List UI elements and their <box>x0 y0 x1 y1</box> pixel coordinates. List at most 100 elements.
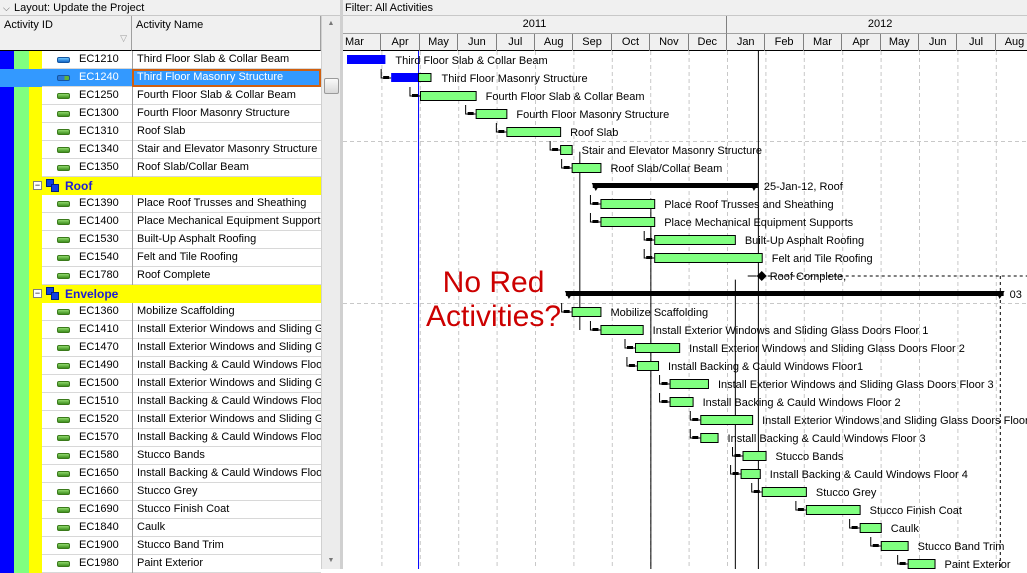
bar-label: Install Exterior Windows and Sliding Gla… <box>689 343 965 355</box>
activity-name[interactable]: Stucco Bands <box>132 447 321 465</box>
activity-name[interactable]: Third Floor Masonry Structure <box>132 69 321 87</box>
chevron-down-icon[interactable]: ⌵ <box>3 0 10 16</box>
bar-label: Install Exterior Windows and Sliding Gla… <box>653 325 929 337</box>
activity-name[interactable]: Stair and Elevator Masonry Structure <box>132 141 321 159</box>
gantt-chart[interactable]: Third Floor Slab & Collar Beam Third Floo… <box>343 51 1027 569</box>
arrow-head-icon <box>592 328 599 331</box>
activity-name[interactable]: Stucco Band Trim <box>132 537 321 555</box>
activity-row[interactable]: EC1300 Fourth Floor Masonry Structure <box>0 105 321 123</box>
activity-row[interactable]: EC1360 Mobilize Scaffolding <box>0 303 321 321</box>
activity-name[interactable]: Mobilize Scaffolding <box>132 303 321 321</box>
annotation-line2: Activities? <box>426 300 562 333</box>
remaining-bar <box>654 235 736 245</box>
activity-row[interactable]: EC1840 Caulk <box>0 519 321 537</box>
band-level-3 <box>29 465 42 483</box>
band-level-2 <box>14 303 29 321</box>
activity-row[interactable]: EC1310 Roof Slab <box>0 123 321 141</box>
remaining-bar <box>418 73 432 82</box>
activity-row[interactable]: EC1650 Install Backing & Cauld Windows Fl… <box>0 465 321 483</box>
bar-label: Install Backing & Cauld Windows Floor 3 <box>728 433 926 445</box>
activity-row[interactable]: EC1340 Stair and Elevator Masonry Structu… <box>0 141 321 159</box>
band-level-3 <box>29 231 42 249</box>
sort-icon[interactable]: ▽ <box>120 33 127 44</box>
activity-row[interactable]: EC1520 Install Exterior Windows and Slidi… <box>0 411 321 429</box>
activity-row[interactable]: EC1980 Paint Exterior <box>0 555 321 573</box>
activity-name[interactable]: Install Exterior Windows and Sliding G <box>132 339 321 357</box>
activity-name[interactable]: Roof Complete <box>132 267 321 285</box>
layout-bar[interactable]: ⌵ Layout: Update the Project <box>0 0 340 16</box>
activity-row[interactable]: EC1900 Stucco Band Trim <box>0 537 321 555</box>
activity-name[interactable]: Place Mechanical Equipment Support <box>132 213 321 231</box>
activity-name[interactable]: Stucco Grey <box>132 483 321 501</box>
scrollbar-thumb[interactable] <box>324 78 339 94</box>
column-header-activity-name[interactable]: Activity Name <box>132 16 321 51</box>
activity-row[interactable]: EC1390 Place Roof Trusses and Sheathing <box>0 195 321 213</box>
activity-row[interactable]: EC1780 Roof Complete <box>0 267 321 285</box>
collapse-icon[interactable]: − <box>33 289 42 298</box>
activity-row[interactable]: EC1410 Install Exterior Windows and Slidi… <box>0 321 321 339</box>
activity-row[interactable]: EC1660 Stucco Grey <box>0 483 321 501</box>
band-level-3 <box>29 501 42 519</box>
activity-id: EC1520 <box>79 413 119 425</box>
activity-name[interactable]: Stucco Finish Coat <box>132 501 321 519</box>
activity-row[interactable]: EC1400 Place Mechanical Equipment Support <box>0 213 321 231</box>
bar-label: Stucco Grey <box>816 487 877 499</box>
activity-name[interactable]: Paint Exterior <box>132 555 321 573</box>
activity-name[interactable]: Install Backing & Cauld Windows Floo <box>132 465 321 483</box>
band-level-2 <box>14 87 29 105</box>
activity-row[interactable]: EC1500 Install Exterior Windows and Slidi… <box>0 375 321 393</box>
scroll-down-icon[interactable]: ▼ <box>322 553 340 569</box>
remaining-bar <box>700 415 754 425</box>
activity-name[interactable]: Install Backing & Cauld Windows Floo <box>132 429 321 447</box>
column-header-activity-id[interactable]: Activity ID ▽ <box>0 16 132 51</box>
activity-row[interactable]: EC1580 Stucco Bands <box>0 447 321 465</box>
scroll-up-icon[interactable]: ▲ <box>322 16 340 32</box>
activity-name[interactable]: Install Backing & Cauld Windows Floo <box>132 357 321 375</box>
activity-row[interactable]: EC1240 Third Floor Masonry Structure <box>0 69 321 87</box>
remaining-bar <box>669 379 709 389</box>
remaining-bar <box>600 199 656 209</box>
vertical-scrollbar[interactable]: ▲ ▼ <box>321 16 340 569</box>
activity-name[interactable]: Roof Slab <box>132 123 321 141</box>
activity-row[interactable]: EC1690 Stucco Finish Coat <box>0 501 321 519</box>
activity-name[interactable]: Caulk <box>132 519 321 537</box>
activity-table-pane: ⌵ Layout: Update the Project Activity ID… <box>0 0 340 573</box>
activity-name[interactable]: Roof Slab/Collar Beam <box>132 159 321 177</box>
activity-row[interactable]: EC1540 Felt and Tile Roofing <box>0 249 321 267</box>
month-label: Nov <box>650 34 689 51</box>
activity-row[interactable]: EC1570 Install Backing & Cauld Windows Fl… <box>0 429 321 447</box>
activity-name[interactable]: Install Exterior Windows and Sliding G <box>132 375 321 393</box>
wbs-group-row[interactable]: − Roof <box>0 177 321 195</box>
activity-row[interactable]: EC1490 Install Backing & Cauld Windows Fl… <box>0 357 321 375</box>
band-level-3 <box>29 141 42 159</box>
arrow-head-icon <box>753 490 760 493</box>
activity-name[interactable]: Fourth Floor Slab & Collar Beam <box>132 87 321 105</box>
wbs-group-row[interactable]: − Envelope <box>0 285 321 303</box>
activity-not-started-icon <box>57 525 70 531</box>
arrow-head-icon <box>692 418 699 421</box>
band-level-1 <box>0 159 14 177</box>
activity-name[interactable]: Install Exterior Windows and Sliding G <box>132 411 321 429</box>
band-level-1 <box>0 51 14 69</box>
activity-name[interactable]: Fourth Floor Masonry Structure <box>132 105 321 123</box>
activity-name[interactable]: Built-Up Asphalt Roofing <box>132 231 321 249</box>
activity-row[interactable]: EC1210 Third Floor Slab & Collar Beam <box>0 51 321 69</box>
band-level-3 <box>29 429 42 447</box>
activity-in-progress-icon <box>57 57 70 63</box>
activity-row[interactable]: EC1530 Built-Up Asphalt Roofing <box>0 231 321 249</box>
activity-row[interactable]: EC1250 Fourth Floor Slab & Collar Beam <box>0 87 321 105</box>
month-label: May <box>420 34 459 51</box>
band-level-1 <box>0 501 14 519</box>
filter-bar[interactable]: Filter: All Activities <box>343 0 1027 16</box>
remaining-bar <box>669 397 694 407</box>
collapse-icon[interactable]: − <box>33 181 42 190</box>
activity-row[interactable]: EC1350 Roof Slab/Collar Beam <box>0 159 321 177</box>
activity-name[interactable]: Install Backing & Cauld Windows Floo <box>132 393 321 411</box>
activity-row[interactable]: EC1470 Install Exterior Windows and Slidi… <box>0 339 321 357</box>
band-level-2 <box>14 177 29 195</box>
activity-name[interactable]: Install Exterior Windows and Sliding G <box>132 321 321 339</box>
activity-row[interactable]: EC1510 Install Backing & Cauld Windows Fl… <box>0 393 321 411</box>
activity-name[interactable]: Felt and Tile Roofing <box>132 249 321 267</box>
activity-name[interactable]: Third Floor Slab & Collar Beam <box>132 51 321 69</box>
activity-name[interactable]: Place Roof Trusses and Sheathing <box>132 195 321 213</box>
